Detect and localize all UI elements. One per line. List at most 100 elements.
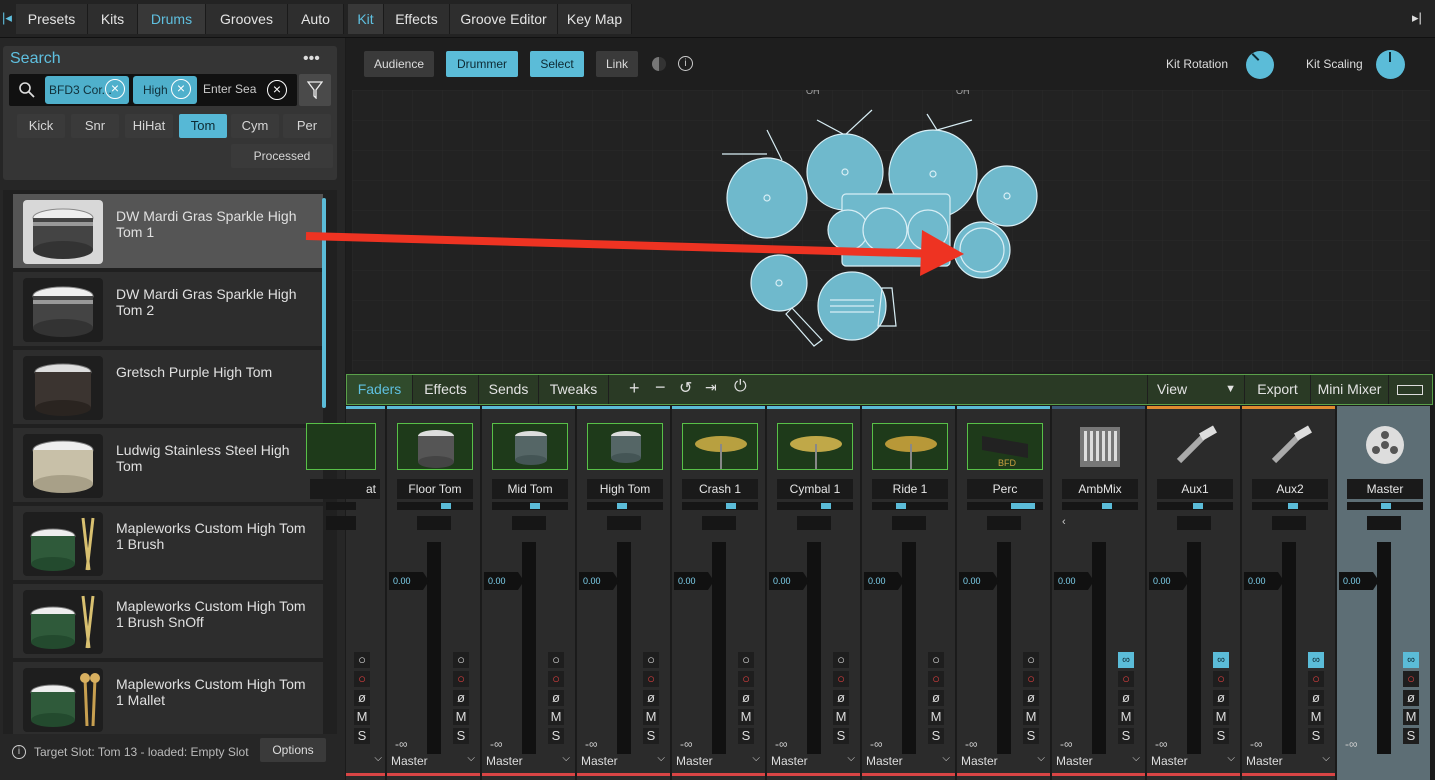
solo-button[interactable]: S xyxy=(738,728,754,744)
pan-slider[interactable] xyxy=(492,502,568,510)
more-options-icon[interactable]: ••• xyxy=(303,50,320,68)
tab-presets[interactable]: Presets xyxy=(16,4,88,34)
options-button[interactable]: Options xyxy=(260,738,326,762)
record-icon[interactable]: ○ xyxy=(1308,671,1324,687)
view-dropdown[interactable]: View ▼ xyxy=(1147,375,1245,404)
record-icon[interactable]: ○ xyxy=(1403,671,1419,687)
tom-right[interactable] xyxy=(907,209,949,251)
link-icon[interactable]: ○ xyxy=(548,652,564,668)
filter-button[interactable] xyxy=(299,74,331,106)
pan-slider[interactable] xyxy=(777,502,853,510)
volume-value[interactable]: 0.00 xyxy=(769,572,809,590)
phase-icon[interactable]: ø xyxy=(928,690,944,706)
mute-button[interactable]: M xyxy=(738,709,754,725)
tab-effects[interactable]: Effects xyxy=(384,4,450,34)
tab-groove-editor[interactable]: Groove Editor xyxy=(450,4,558,34)
mute-button[interactable]: M xyxy=(1213,709,1229,725)
list-item[interactable]: Mapleworks Custom High Tom 1 Brush xyxy=(13,506,323,582)
drummer-button[interactable]: Drummer xyxy=(446,51,518,77)
volume-value[interactable]: 0.00 xyxy=(1054,572,1094,590)
volume-fader[interactable] xyxy=(1092,542,1106,754)
filter-tom[interactable]: Tom xyxy=(179,114,227,138)
mute-button[interactable]: M xyxy=(354,709,370,725)
pan-slider[interactable] xyxy=(682,502,758,510)
volume-value[interactable]: 0.00 xyxy=(389,572,429,590)
solo-button[interactable]: S xyxy=(354,728,370,744)
filter-snr[interactable]: Snr xyxy=(71,114,119,138)
phase-icon[interactable]: ø xyxy=(643,690,659,706)
volume-value[interactable]: 0.00 xyxy=(579,572,619,590)
volume-value[interactable]: 0.00 xyxy=(959,572,999,590)
info-icon[interactable]: i xyxy=(678,56,693,71)
volume-fader[interactable] xyxy=(712,542,726,754)
output-select[interactable]: Master ⌵ xyxy=(676,753,762,768)
volume-fader[interactable] xyxy=(427,542,441,754)
phase-icon[interactable]: ø xyxy=(738,690,754,706)
volume-value[interactable]: 0.00 xyxy=(864,572,904,590)
record-icon[interactable]: ○ xyxy=(453,671,469,687)
link-icon[interactable]: ∞ xyxy=(1213,652,1229,668)
tab-key-map[interactable]: Key Map xyxy=(558,4,632,34)
list-item[interactable]: Ludwig Stainless Steel High Tom xyxy=(13,428,323,504)
remove-icon[interactable]: − xyxy=(655,377,666,398)
record-icon[interactable]: ○ xyxy=(643,671,659,687)
record-icon[interactable]: ○ xyxy=(548,671,564,687)
pan-slider[interactable] xyxy=(326,502,356,510)
pan-slider[interactable] xyxy=(872,502,948,510)
pan-slider[interactable] xyxy=(1062,502,1138,510)
volume-value[interactable]: 0.00 xyxy=(1339,572,1379,590)
volume-fader[interactable] xyxy=(522,542,536,754)
volume-fader[interactable] xyxy=(1377,542,1391,754)
solo-button[interactable]: S xyxy=(1403,728,1419,744)
filter-per[interactable]: Per xyxy=(283,114,331,138)
output-select[interactable]: Master ⌵ xyxy=(1246,753,1332,768)
tom-left[interactable] xyxy=(827,209,869,251)
mute-button[interactable]: M xyxy=(548,709,564,725)
clear-search-icon[interactable]: × xyxy=(267,80,287,100)
output-select[interactable]: Master ⌵ xyxy=(961,753,1047,768)
export-button[interactable]: Export xyxy=(1245,375,1311,404)
pan-slider[interactable] xyxy=(1252,502,1328,510)
volume-value[interactable]: 0.00 xyxy=(484,572,524,590)
tab-mixer-effects[interactable]: Effects xyxy=(413,375,479,404)
cymbal-left[interactable] xyxy=(726,157,808,239)
volume-fader[interactable] xyxy=(997,542,1011,754)
tom-mid[interactable] xyxy=(862,207,908,253)
solo-button[interactable]: S xyxy=(1118,728,1134,744)
pan-slider[interactable] xyxy=(1157,502,1233,510)
search-input[interactable]: Enter Sea xyxy=(203,82,256,96)
pan-slider[interactable] xyxy=(967,502,1043,510)
search-chip-library[interactable]: BFD3 Cor... × xyxy=(45,76,129,104)
mute-button[interactable]: M xyxy=(1023,709,1039,725)
list-scrollbar[interactable] xyxy=(322,198,326,408)
add-icon[interactable]: + xyxy=(629,378,640,399)
solo-button[interactable]: S xyxy=(1213,728,1229,744)
list-item[interactable]: Gretsch Purple High Tom xyxy=(13,350,323,426)
phase-icon[interactable]: ø xyxy=(1308,690,1324,706)
output-select[interactable]: Master ⌵ xyxy=(581,753,667,768)
route-icon[interactable]: ⇥ xyxy=(705,379,717,396)
tab-sends[interactable]: Sends xyxy=(479,375,539,404)
link-icon[interactable]: ○ xyxy=(354,652,370,668)
solo-button[interactable]: S xyxy=(453,728,469,744)
output-select[interactable]: Master ⌵ xyxy=(1056,753,1142,768)
remove-chip-icon[interactable]: × xyxy=(105,79,125,99)
volume-fader[interactable] xyxy=(902,542,916,754)
solo-button[interactable]: S xyxy=(643,728,659,744)
tab-auto[interactable]: Auto xyxy=(288,4,344,34)
output-select[interactable]: Master ⌵ xyxy=(486,753,572,768)
filter-kick[interactable]: Kick xyxy=(17,114,65,138)
volume-fader[interactable] xyxy=(617,542,631,754)
mute-button[interactable]: M xyxy=(643,709,659,725)
remove-chip-icon[interactable]: × xyxy=(171,79,191,99)
solo-button[interactable]: S xyxy=(833,728,849,744)
chevron-left-icon[interactable]: ‹ xyxy=(1062,516,1066,528)
link-icon[interactable]: ○ xyxy=(1023,652,1039,668)
output-select[interactable]: Master ⌵ xyxy=(1151,753,1237,768)
volume-fader[interactable] xyxy=(1187,542,1201,754)
mute-button[interactable]: M xyxy=(453,709,469,725)
filter-cym[interactable]: Cym xyxy=(231,114,279,138)
select-button[interactable]: Select xyxy=(530,51,584,77)
link-icon[interactable]: ○ xyxy=(453,652,469,668)
volume-value[interactable]: 0.00 xyxy=(1244,572,1284,590)
